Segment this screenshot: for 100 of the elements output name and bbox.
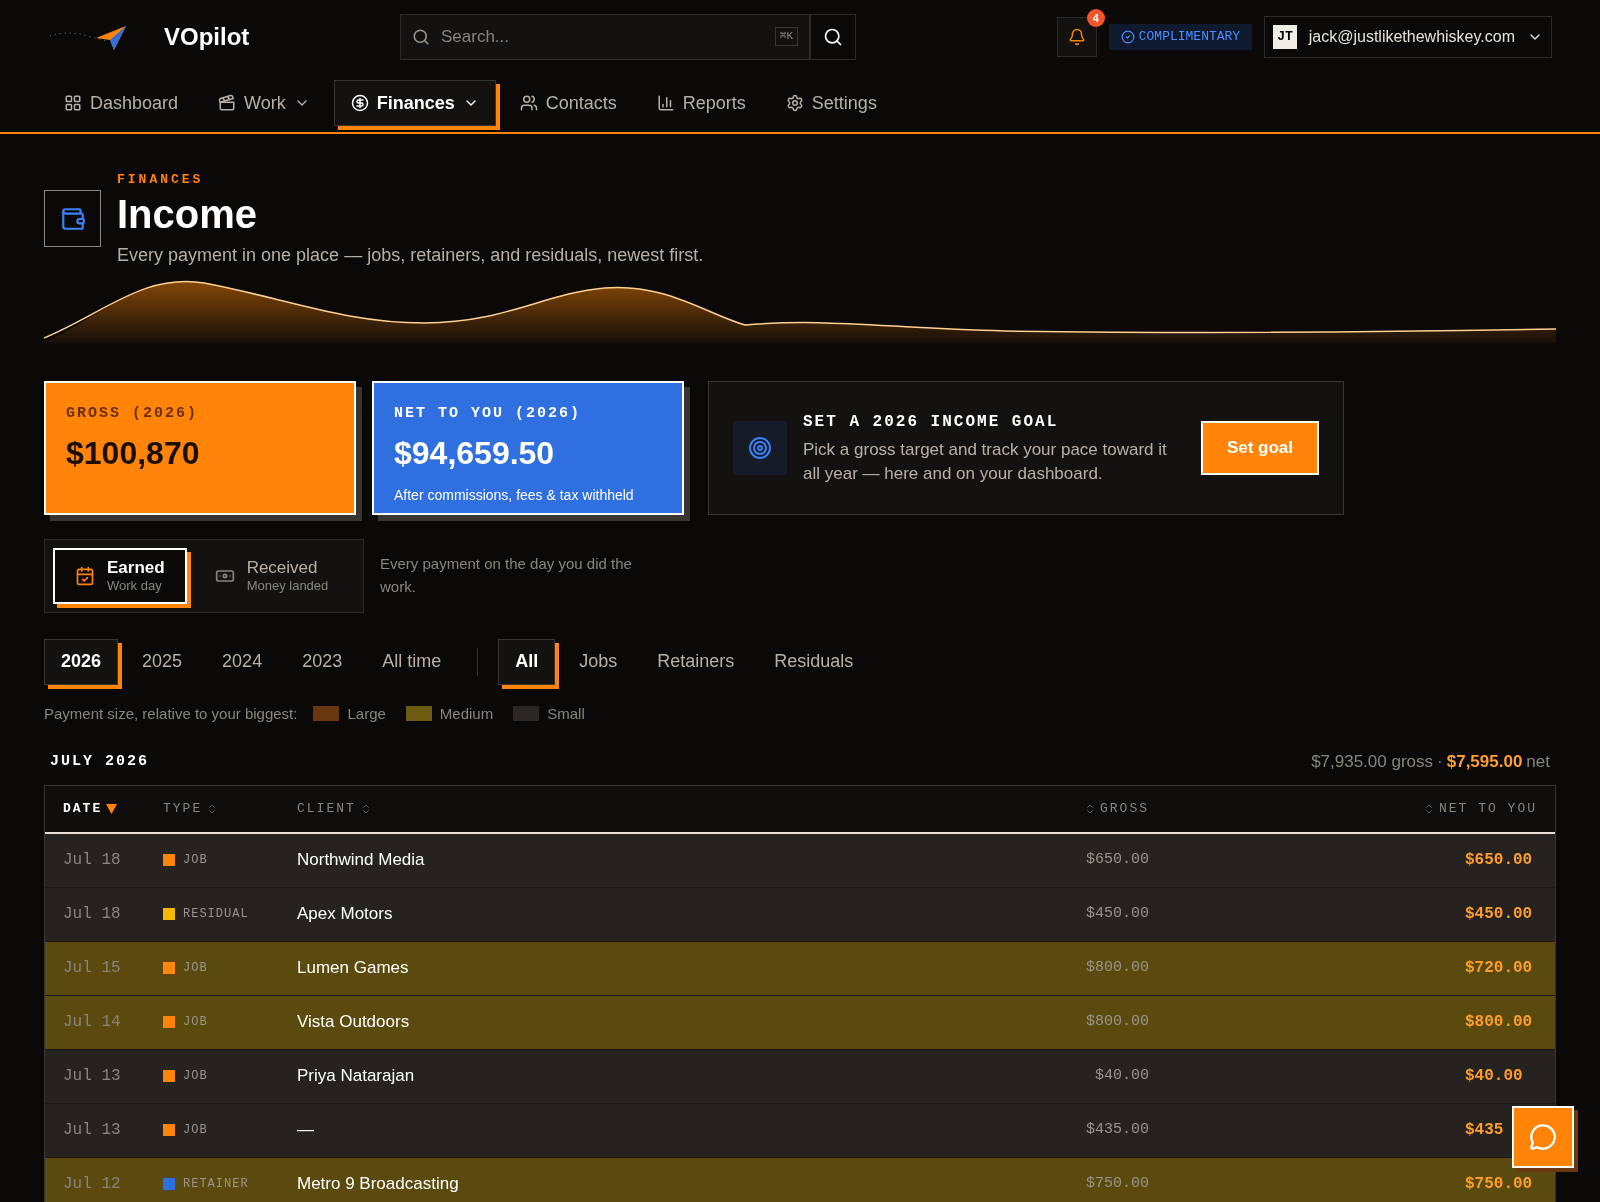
client-cell-text: Northwind Media — [297, 849, 426, 872]
client-cell-text: Priya Natarajan — [297, 1065, 416, 1088]
net-cell-text: $40.00 — [1465, 1066, 1524, 1087]
gross-cell-text: $450.00 — [1085, 903, 1149, 924]
date-cell-text: Jul 12 — [62, 1174, 122, 1195]
stat-note: After commissions, fees & tax withheld — [394, 486, 635, 505]
column-header[interactable]: TYPE — [163, 798, 297, 819]
plan-badge: COMPLIMENTARY — [1108, 24, 1253, 50]
month-net-suffix: net — [1526, 751, 1550, 773]
calendar-icon — [75, 565, 95, 586]
net-cell-text: $720.00 — [1465, 958, 1534, 979]
month-net: $7,595.00 — [1446, 751, 1523, 773]
client-cell-text: Apex Motors — [297, 903, 394, 926]
date-cell-text: Jul 18 — [62, 850, 122, 871]
type-cell-text: JOB — [183, 1014, 208, 1031]
client-cell-text: Vista Outdoors — [297, 1011, 411, 1034]
gross-cell-text: $650.00 — [1085, 849, 1149, 870]
gross-cell-text: $750.00 — [1085, 1173, 1149, 1194]
separator-dot: · — [1437, 751, 1443, 773]
stat-label: NET TO YOU (2026) — [394, 403, 583, 424]
client-cell-text: — — [297, 1119, 315, 1142]
search-icon — [823, 27, 843, 47]
brand-name: VOpilot — [164, 22, 250, 52]
sort-descending-icon — [106, 803, 118, 814]
type-cell-text: JOB — [183, 1122, 208, 1139]
month-gross: $7,935.00 gross — [1311, 751, 1434, 773]
date-cell-text: Jul 13 — [62, 1066, 122, 1087]
gross-cell-text: $800.00 — [1085, 957, 1149, 978]
page-eyebrow: FINANCES — [117, 171, 205, 189]
type-cell-text: JOB — [183, 852, 208, 869]
target-icon — [748, 435, 772, 460]
client-cell-text: Metro 9 Broadcasting — [297, 1173, 460, 1196]
year-tab[interactable]: 2025 — [126, 638, 199, 685]
table-row[interactable]: Jul 12 RETAINER Metro 9 Broadcasting $750.00 $750.00 — [45, 1157, 1555, 1202]
dollar-icon — [350, 94, 369, 112]
column-header[interactable]: NET TO YOU — [1149, 798, 1555, 819]
legend-text: Medium — [439, 703, 494, 724]
year-tab[interactable]: 2024 — [206, 638, 279, 685]
stat-value: $94,659.50 — [394, 434, 556, 473]
stat-value: $100,870 — [66, 434, 201, 473]
avatar-initials: JT — [1273, 25, 1297, 49]
nav-tab[interactable]: Work — [202, 80, 326, 126]
legend-text: Small — [547, 703, 585, 724]
notification-badge: 4 — [1086, 9, 1105, 27]
type-tab[interactable]: Residuals — [758, 638, 870, 685]
goal-title: SET A 2026 INCOME GOAL — [803, 411, 1060, 433]
date-cell-text: Jul 14 — [62, 1012, 122, 1033]
legend-label: Payment size, relative to your biggest: — [44, 703, 298, 724]
table-row[interactable]: Jul 13 JOB — $435.00 $435 — [45, 1103, 1555, 1158]
settings-icon — [785, 94, 804, 112]
nav-tab[interactable]: Reports — [640, 80, 762, 126]
gross-cell-text: $435.00 — [1085, 1119, 1149, 1140]
net-cell-text: $750.00 — [1465, 1174, 1534, 1195]
sort-icon — [1423, 802, 1435, 815]
nav-tab[interactable]: Dashboard — [48, 80, 195, 126]
table-row[interactable]: Jul 14 JOB Vista Outdoors $800.00 $800.00 — [45, 995, 1555, 1050]
year-tab[interactable]: 2023 — [286, 638, 359, 685]
year-tab[interactable]: All time — [366, 638, 458, 685]
page-title: Income — [117, 190, 259, 238]
wallet-icon — [59, 205, 86, 232]
column-header[interactable]: DATE — [45, 798, 163, 819]
bar-chart-icon — [656, 94, 675, 112]
gross-cell-text: $40.00 — [1094, 1065, 1149, 1086]
column-header[interactable]: GROSS — [919, 798, 1149, 819]
mode-hint: Every payment on the day you did the work. — [380, 554, 633, 597]
page-subtitle: Every payment in one place — jobs, retainers, and residuals, newest first. — [117, 243, 704, 267]
check-icon — [1120, 30, 1135, 44]
nav-tab[interactable]: Contacts — [503, 80, 633, 126]
type-cell-text: JOB — [183, 1068, 208, 1085]
users-icon — [519, 94, 538, 112]
type-cell-text: JOB — [183, 960, 208, 977]
account-menu[interactable]: JT jack@justlikethewhiskey.com — [1264, 16, 1552, 58]
net-cell-text: $650.00 — [1465, 850, 1534, 871]
search-icon — [412, 28, 430, 46]
mode-option[interactable]: Received Money landed — [194, 547, 349, 604]
search-button[interactable] — [810, 14, 856, 60]
bell-icon — [1067, 28, 1086, 46]
type-tab[interactable]: Retainers — [641, 638, 751, 685]
net-cell-text: $435 — [1465, 1120, 1505, 1141]
client-cell-text: Lumen Games — [297, 957, 410, 980]
column-header[interactable]: CLIENT — [297, 798, 919, 819]
date-cell-text: Jul 15 — [62, 958, 122, 979]
goal-text: Pick a gross target and track your pace toward it all year — here and on your dashboard. — [803, 438, 1168, 485]
table-row[interactable]: Jul 18 JOB Northwind Media $650.00 $650.00 — [45, 833, 1555, 888]
type-cell-text: RETAINER — [183, 1176, 249, 1193]
stat-label: GROSS (2026) — [66, 403, 200, 424]
date-cell-text: Jul 18 — [62, 904, 122, 925]
chat-icon — [1529, 1123, 1557, 1151]
gross-cell-text: $800.00 — [1085, 1011, 1149, 1032]
date-cell-text: Jul 13 — [62, 1120, 122, 1141]
type-tab[interactable]: Jobs — [563, 638, 634, 685]
shortcut-hint: ⌘K — [774, 27, 798, 46]
month-heading: JULY 2026 — [50, 751, 149, 772]
table-row[interactable]: Jul 15 JOB Lumen Games $800.00 $720.00 — [45, 941, 1555, 996]
nav-tab[interactable]: Settings — [769, 80, 893, 126]
sort-icon — [1084, 802, 1096, 815]
table-row[interactable]: Jul 13 JOB Priya Natarajan $40.00 $40.00 — [45, 1049, 1555, 1104]
net-cell-text: $800.00 — [1465, 1012, 1534, 1033]
table-row[interactable]: Jul 18 RESIDUAL Apex Motors $450.00 $450.00 — [45, 887, 1555, 942]
net-cell-text: $450.00 — [1465, 904, 1534, 925]
